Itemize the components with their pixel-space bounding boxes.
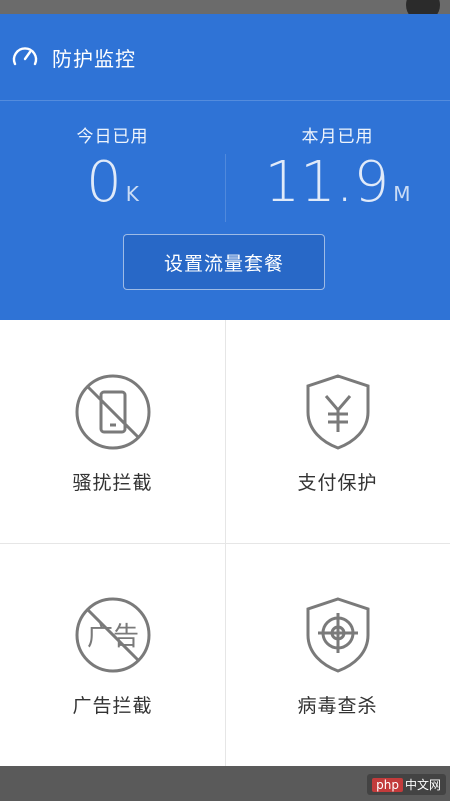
today-usage-label: 今日已用 [76, 127, 149, 147]
svg-text:广告: 广告 [86, 622, 138, 652]
set-data-plan-button[interactable]: 设置流量套餐 [123, 234, 325, 290]
watermark-text: 中文网 [404, 778, 441, 792]
title-divider [0, 100, 450, 101]
feature-payment-protection[interactable]: 支付保护 [225, 320, 450, 543]
status-bar [0, 0, 450, 22]
feature-label: 病毒查杀 [297, 695, 378, 717]
feature-label: 支付保护 [297, 472, 378, 494]
feature-harassment-block[interactable]: 骚扰拦截 [0, 320, 225, 543]
watermark-brand: php [372, 778, 403, 792]
feature-label: 广告拦截 [72, 695, 153, 717]
grid-divider-horizontal [0, 543, 450, 544]
today-usage-value: 0 [86, 150, 122, 215]
target-shield-icon [306, 597, 369, 673]
feature-label: 骚扰拦截 [72, 472, 153, 494]
watermark: php 中文网 [367, 774, 446, 795]
month-usage-unit: M [393, 182, 411, 206]
speedometer-icon [8, 40, 42, 74]
today-usage-unit: K [125, 182, 139, 206]
protection-panel: 防护监控 今日已用 0 K 本月已用 11.9 M 设置流量套餐 骚扰拦截 支付… [0, 14, 450, 766]
feature-virus-scan[interactable]: 病毒查杀 [225, 543, 450, 766]
month-usage: 本月已用 11.9 M [225, 122, 450, 225]
header-section: 防护监控 今日已用 0 K 本月已用 11.9 M 设置流量套餐 [0, 14, 450, 320]
feature-grid: 骚扰拦截 支付保护 广告 广告拦截 病毒查杀 [0, 320, 450, 766]
yen-shield-icon [306, 374, 369, 450]
title-row: 防护监控 [0, 14, 450, 100]
bottom-bar: php 中文网 [0, 766, 450, 801]
feature-ad-block[interactable]: 广告 广告拦截 [0, 543, 225, 766]
month-usage-label: 本月已用 [301, 127, 374, 147]
block-ad-icon: 广告 [75, 597, 150, 673]
page-title: 防护监控 [52, 46, 136, 71]
block-phone-icon [75, 374, 150, 450]
today-usage: 今日已用 0 K [0, 122, 225, 225]
month-usage-value: 11.9 [264, 150, 390, 215]
